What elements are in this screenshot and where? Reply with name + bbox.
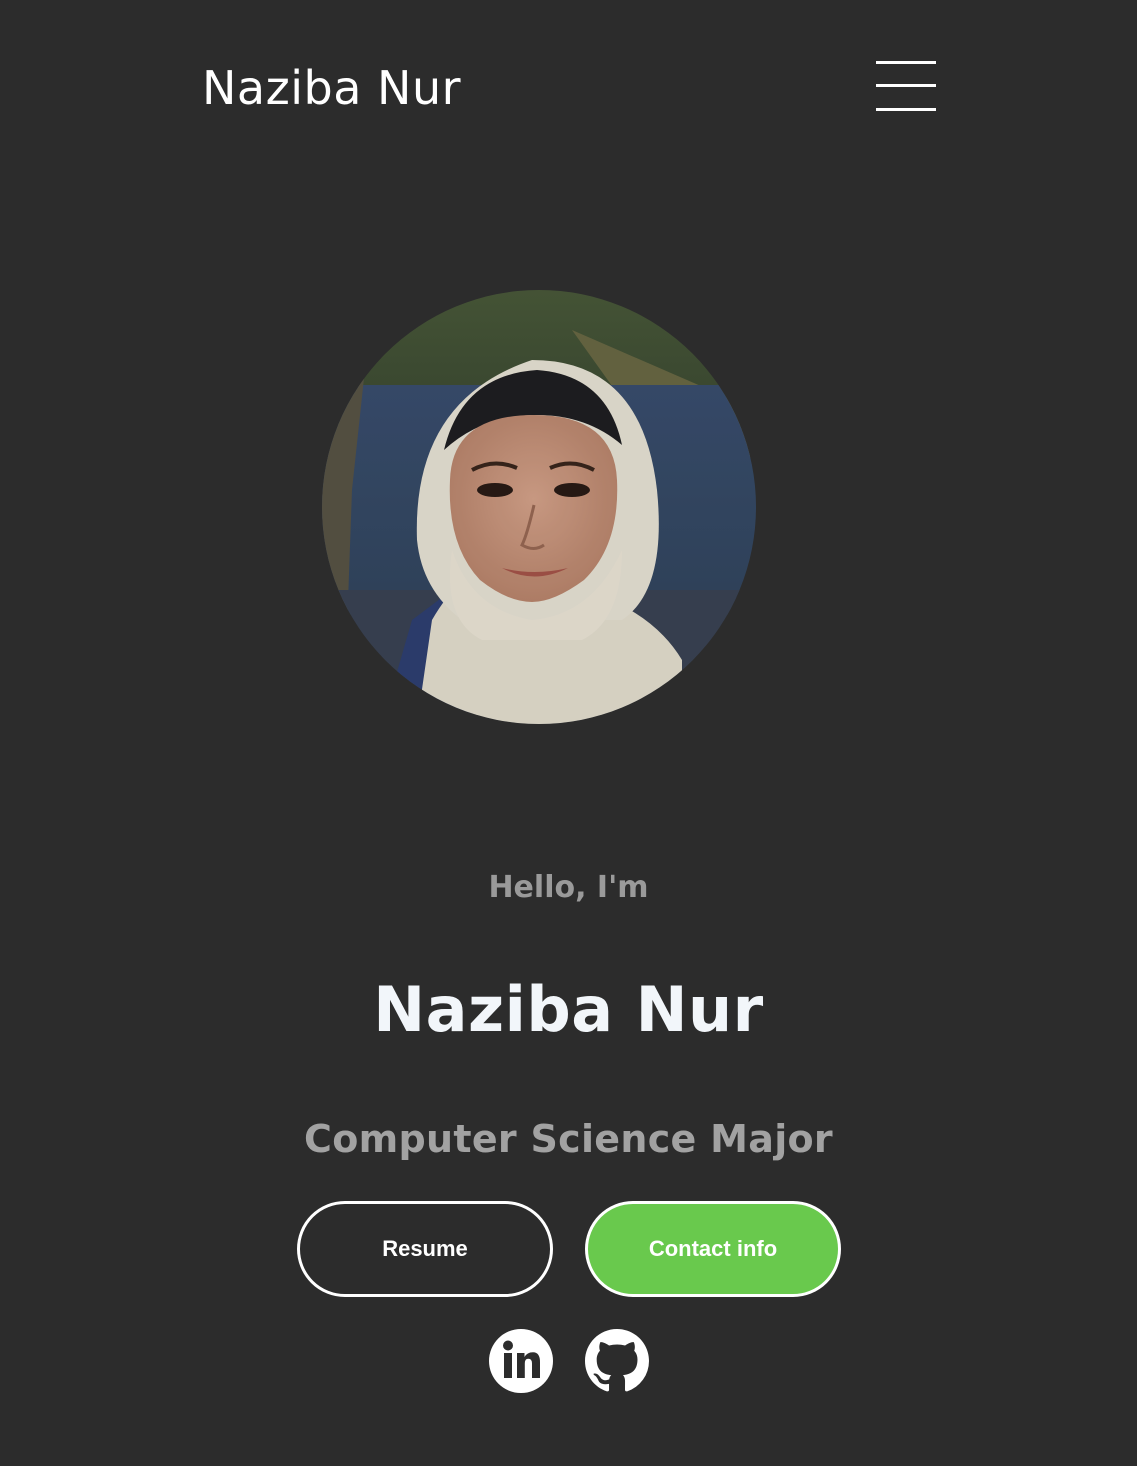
- profile-photo-illustration: [322, 290, 756, 724]
- hamburger-bar-bottom: [876, 108, 936, 111]
- hero-name: Naziba Nur: [373, 973, 764, 1046]
- profile-photo: [322, 290, 756, 724]
- site-logo[interactable]: Naziba Nur: [202, 58, 461, 118]
- github-icon[interactable]: [585, 1329, 649, 1393]
- github-icon-graphic: [585, 1329, 649, 1392]
- greeting-text: Hello, I'm: [488, 870, 649, 905]
- resume-button[interactable]: Resume: [297, 1201, 553, 1297]
- hamburger-bar-middle: [876, 84, 936, 87]
- hamburger-menu-icon[interactable]: [876, 61, 936, 112]
- hero-subtitle: Computer Science Major: [304, 1117, 833, 1161]
- contact-info-button[interactable]: Contact info: [585, 1201, 841, 1297]
- linkedin-icon[interactable]: [489, 1329, 553, 1393]
- linkedin-icon-graphic: [489, 1329, 553, 1393]
- hamburger-bar-top: [876, 61, 936, 64]
